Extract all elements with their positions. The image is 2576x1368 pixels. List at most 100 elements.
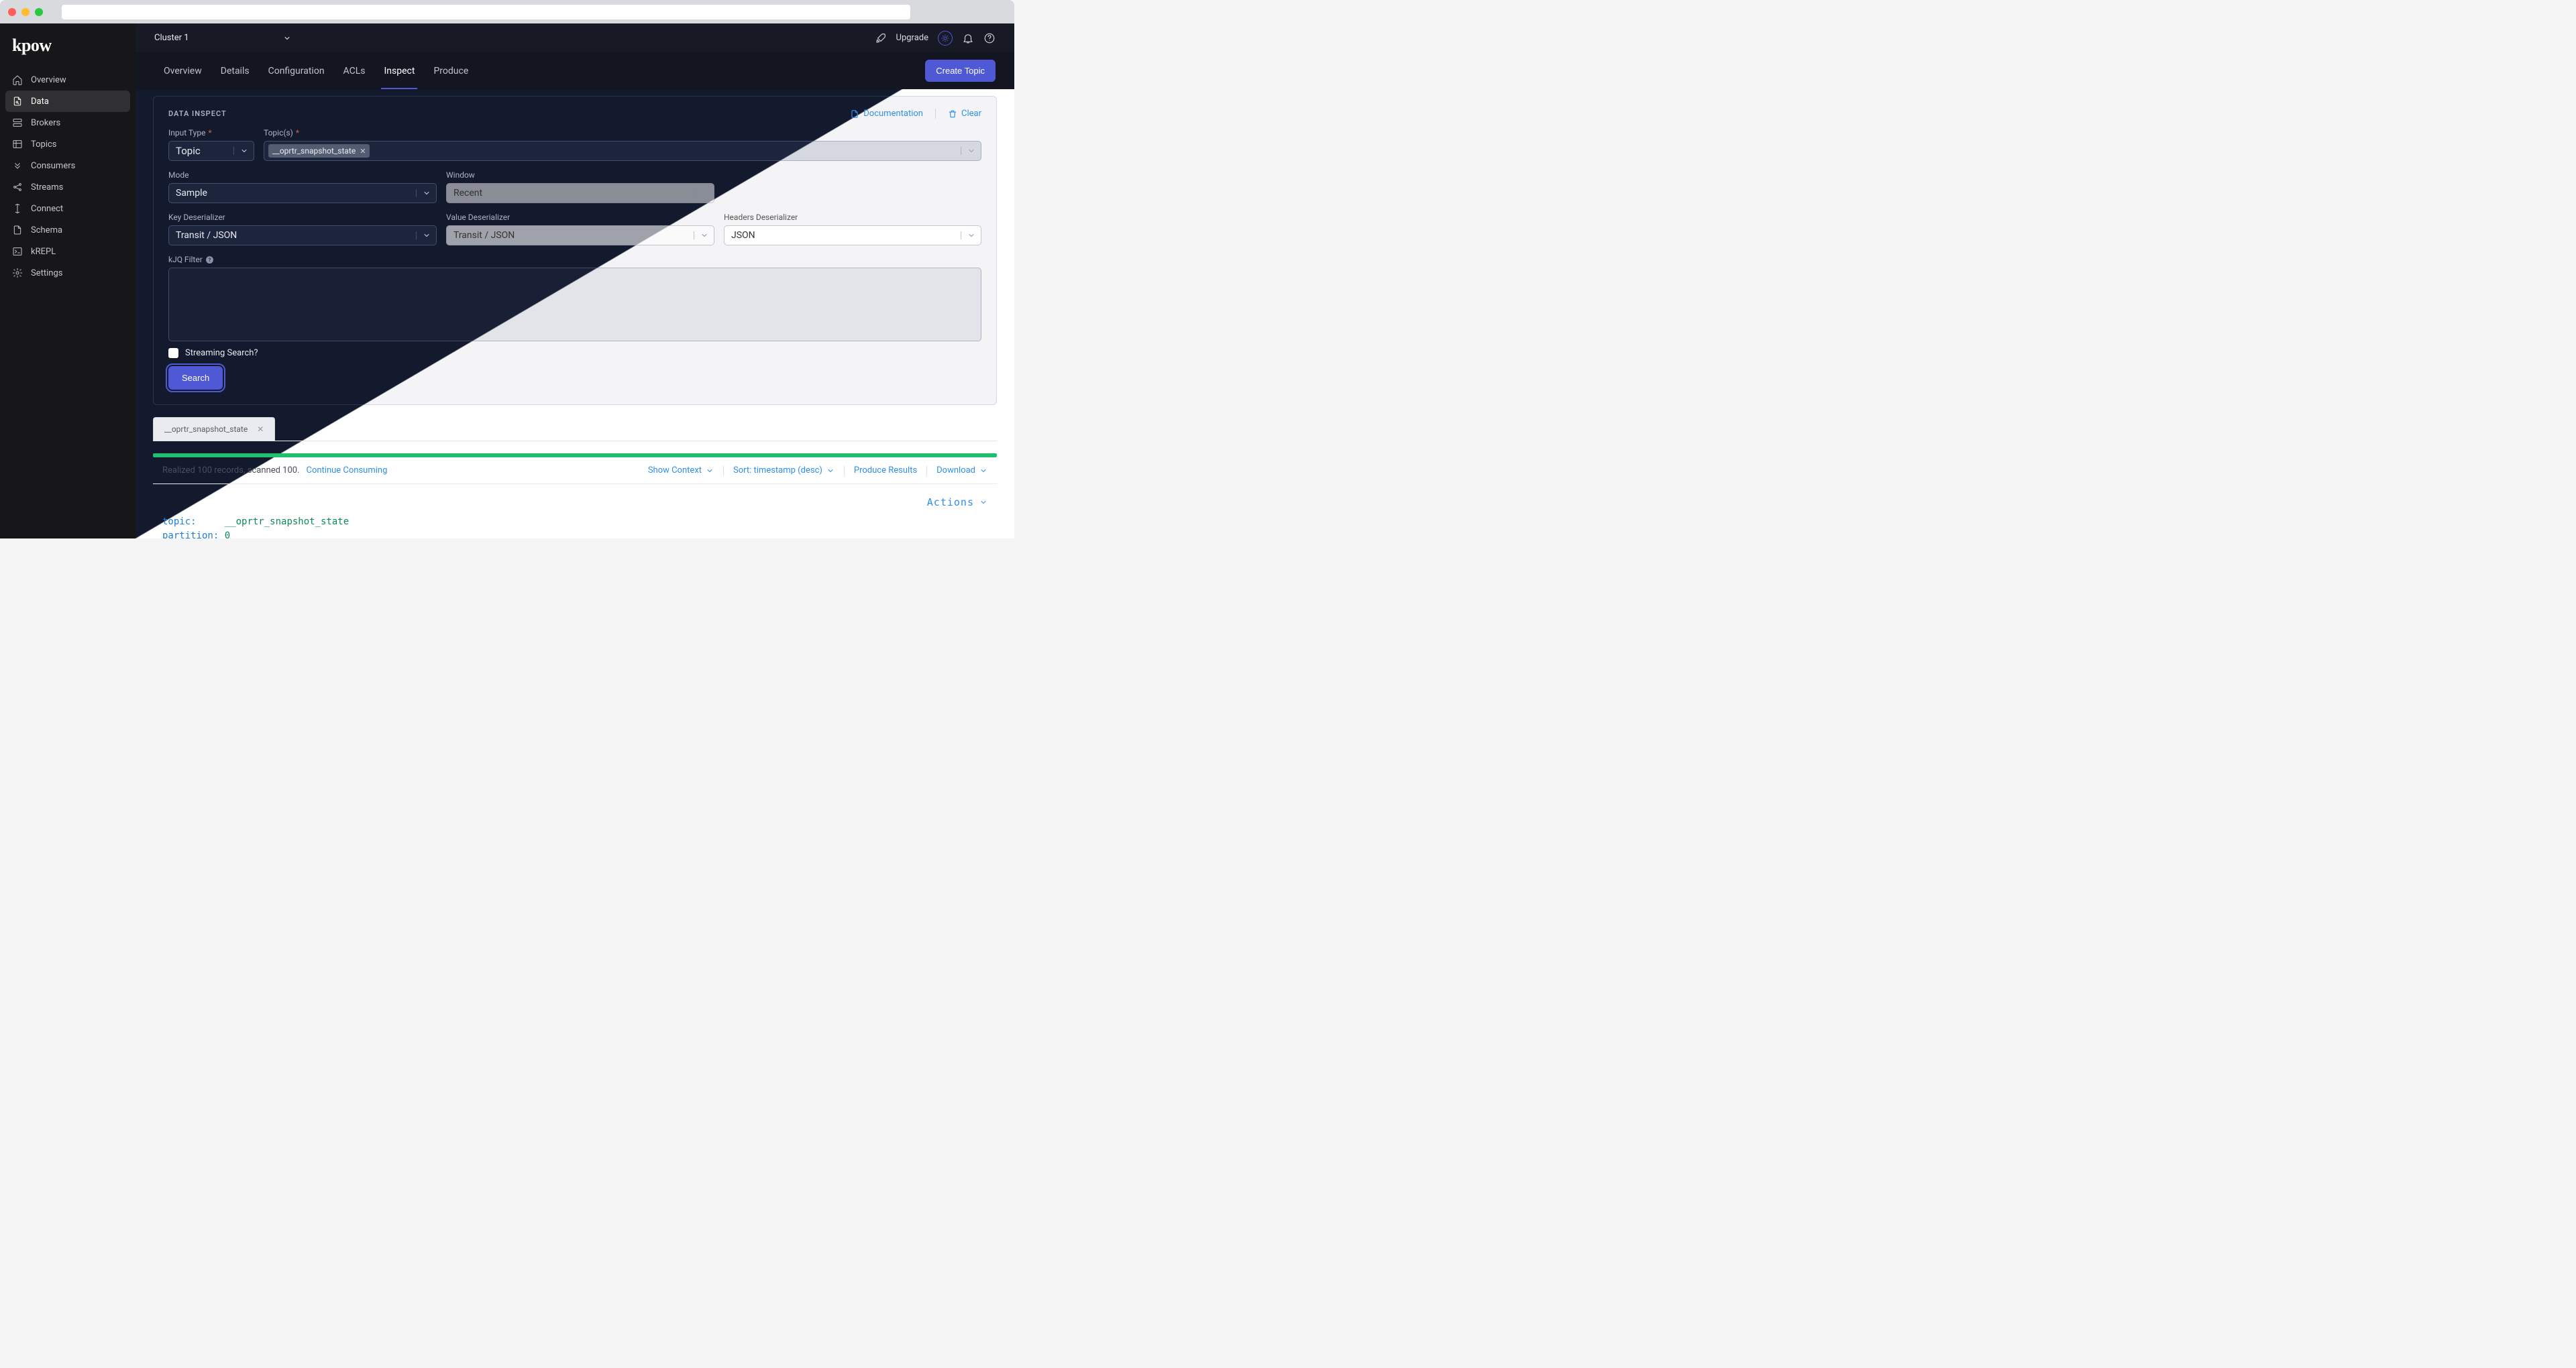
window-minimize-icon[interactable]	[21, 8, 30, 16]
search-button[interactable]: Search	[168, 366, 223, 390]
svg-text:?: ?	[208, 257, 211, 263]
record-actions-link[interactable]: Actions	[927, 496, 987, 508]
sidebar-item-label: Schema	[31, 225, 62, 235]
tab-inspect[interactable]: Inspect	[374, 52, 424, 89]
topics-input[interactable]: __oprtr_snapshot_state ✕	[264, 141, 981, 161]
mode-label: Mode	[168, 170, 437, 180]
create-topic-button[interactable]: Create Topic	[925, 60, 996, 82]
sidebar-item-settings[interactable]: Settings	[5, 262, 130, 284]
home-icon	[12, 74, 23, 85]
window-select[interactable]: Recent	[446, 183, 714, 203]
header-deser-select[interactable]: JSON	[724, 225, 981, 245]
key-deser-select[interactable]: Transit / JSON	[168, 225, 437, 245]
tab-overview[interactable]: Overview	[154, 52, 211, 89]
expand-icon	[12, 203, 23, 214]
chevron-down-icon	[233, 147, 254, 155]
sidebar-item-label: Consumers	[31, 161, 75, 171]
trash-icon	[948, 109, 957, 119]
header-deser-label: Headers Deserializer	[724, 213, 981, 222]
share-icon	[12, 182, 23, 192]
tab-configuration[interactable]: Configuration	[259, 52, 334, 89]
help-icon[interactable]	[983, 32, 996, 44]
value-deser-label: Value Deserializer	[446, 213, 714, 222]
chevron-down-icon	[706, 467, 714, 475]
bell-icon[interactable]	[962, 32, 974, 44]
sidebar-item-label: Streams	[31, 182, 63, 192]
streaming-checkbox[interactable]	[168, 348, 178, 358]
continue-consuming-link[interactable]: Continue Consuming	[306, 465, 387, 475]
sidebar-item-schema[interactable]: Schema	[5, 219, 130, 241]
sidebar-item-overview[interactable]: Overview	[5, 69, 130, 91]
chevron-down-icon	[283, 34, 291, 42]
tab-details[interactable]: Details	[211, 52, 259, 89]
chevron-down-icon	[826, 467, 835, 475]
download-link[interactable]: Download	[936, 465, 987, 475]
sidebar-item-streams[interactable]: Streams	[5, 176, 130, 198]
window-zoom-icon[interactable]	[35, 8, 43, 16]
input-type-label: Input Type	[168, 128, 205, 137]
gear-icon	[12, 268, 23, 278]
window-close-icon[interactable]	[8, 8, 16, 16]
result-status-bar: Realized 100 records, scanned 100. Conti…	[153, 457, 997, 484]
document-icon	[850, 109, 859, 119]
chevron-down-icon	[979, 498, 987, 506]
produce-results-link[interactable]: Produce Results	[854, 465, 917, 475]
sidebar-item-krepl[interactable]: kREPL	[5, 241, 130, 262]
panel-title: DATA INSPECT	[168, 109, 227, 118]
sidebar-item-topics[interactable]: Topics	[5, 133, 130, 155]
top-header: Cluster 1 Upgrade	[136, 23, 1014, 52]
window-label: Window	[446, 170, 714, 180]
sidebar-item-label: kREPL	[31, 247, 56, 257]
chevron-down-icon	[979, 467, 987, 475]
app-window: kpow Overview Data Brokers Topics	[0, 0, 1014, 538]
cluster-select[interactable]: Cluster 1	[154, 33, 291, 43]
input-type-select[interactable]: Topic	[168, 141, 254, 161]
file-search-icon	[12, 96, 23, 107]
sidebar-item-label: Data	[31, 97, 49, 107]
close-tab-icon[interactable]: ✕	[257, 424, 264, 434]
sidebar-item-data[interactable]: Data	[5, 91, 130, 112]
kjq-filter-input[interactable]	[168, 268, 981, 341]
value-deser-select[interactable]: Transit / JSON	[446, 225, 714, 245]
main-content: Cluster 1 Upgrade Overview Details Confi…	[136, 23, 1014, 538]
key-deser-label: Key Deserializer	[168, 213, 437, 222]
clear-link[interactable]: Clear	[948, 109, 981, 119]
chevrons-down-icon	[12, 160, 23, 171]
remove-token-icon[interactable]: ✕	[360, 147, 366, 156]
sidebar-item-label: Overview	[31, 75, 66, 85]
result-tab[interactable]: __oprtr_snapshot_state ✕	[153, 417, 275, 441]
sidebar-item-consumers[interactable]: Consumers	[5, 155, 130, 176]
sidebar-item-label: Topics	[31, 139, 57, 150]
document-icon	[12, 225, 23, 235]
theme-toggle-button[interactable]	[938, 31, 953, 46]
terminal-icon	[12, 246, 23, 257]
documentation-link[interactable]: Documentation	[850, 109, 923, 119]
mode-select[interactable]: Sample	[168, 183, 437, 203]
rocket-icon	[875, 32, 887, 44]
chevron-down-icon	[961, 231, 981, 239]
topics-label: Topic(s)	[264, 128, 293, 137]
url-bar[interactable]	[62, 5, 910, 19]
app-logo: kpow	[0, 23, 136, 65]
sort-link[interactable]: Sort: timestamp (desc)	[733, 465, 835, 475]
record-preview: topic: __oprtr_snapshot_state partition:…	[153, 511, 997, 538]
topic-token: __oprtr_snapshot_state ✕	[268, 144, 370, 158]
sidebar-item-label: Connect	[31, 204, 63, 214]
sidebar-item-brokers[interactable]: Brokers	[5, 112, 130, 133]
cluster-name: Cluster 1	[154, 33, 189, 43]
show-context-link[interactable]: Show Context	[648, 465, 714, 475]
sidebar-item-label: Brokers	[31, 118, 60, 128]
upgrade-link[interactable]: Upgrade	[896, 33, 928, 43]
tab-produce[interactable]: Produce	[424, 52, 478, 89]
chevron-down-icon	[694, 189, 714, 197]
streaming-label: Streaming Search?	[185, 348, 258, 358]
status-text: Realized 100 records, scanned 100.	[162, 465, 299, 475]
kjq-label: kJQ Filter	[168, 255, 203, 264]
server-icon	[12, 117, 23, 128]
data-inspect-panel: DATA INSPECT Documentation Clear	[153, 96, 997, 405]
chevron-down-icon	[416, 189, 436, 197]
help-icon[interactable]: ?	[205, 255, 214, 264]
window-titlebar	[0, 0, 1014, 23]
tab-acls[interactable]: ACLs	[334, 52, 375, 89]
sidebar-item-connect[interactable]: Connect	[5, 198, 130, 219]
